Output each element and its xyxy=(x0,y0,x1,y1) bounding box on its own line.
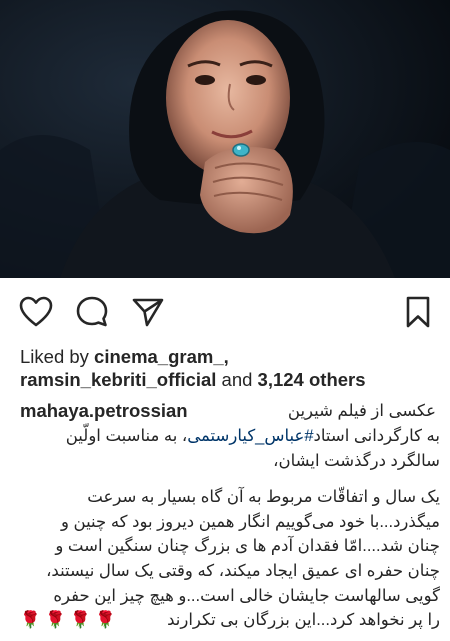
caption-text-line-2: به کارگردانی استاد#عباس_کیارستمی، به منا… xyxy=(12,424,440,449)
comment-button[interactable] xyxy=(74,294,110,330)
likes-prefix: Liked by xyxy=(20,346,89,367)
caption-para-line-1: یک سال و اتفاقّات مربوط به آن گاه بسیار … xyxy=(87,488,440,507)
others-likes-link[interactable]: 3,124 others xyxy=(258,369,366,390)
like-button[interactable] xyxy=(18,294,54,330)
caption-para-line-4: چنان حفره ای عمیق ایجاد میکند، که وقتی ی… xyxy=(46,561,440,580)
post-caption: عکسی از فیلم شیرین mahaya.petrossian به … xyxy=(12,399,440,633)
caption-para-line-6: را پر نخواهد کرد...این بزرگان بی تکرارند… xyxy=(12,608,440,633)
caption-text-line-1: عکسی از فیلم شیرین xyxy=(287,402,436,420)
caption-line2-before: به کارگردانی استاد xyxy=(313,427,440,445)
post-action-bar xyxy=(0,288,450,334)
heart-icon xyxy=(19,296,53,327)
caption-para-line-3: چنان شد....امّا فقدان آدم ها ی بزرگ چنان… xyxy=(55,537,440,556)
liker-link-1[interactable]: cinema_gram_, xyxy=(94,346,229,367)
bookmark-icon xyxy=(406,296,430,328)
caption-text-line-3: سالگرد درگذشت ایشان، xyxy=(273,451,440,470)
liker-link-2[interactable]: ramsin_kebriti_official xyxy=(20,369,216,390)
post-photo[interactable] xyxy=(0,0,450,278)
paper-plane-icon xyxy=(132,298,164,327)
comment-icon xyxy=(76,296,108,327)
rose-emojis: 🌹 🌹 🌹 🌹 xyxy=(20,611,116,630)
share-button[interactable] xyxy=(130,294,166,330)
save-button[interactable] xyxy=(400,294,436,330)
portrait-image xyxy=(0,0,450,278)
hashtag-link[interactable]: #عباس_کیارستمی xyxy=(187,427,313,445)
likes-summary: Liked by cinema_gram_, ramsin_kebriti_of… xyxy=(20,345,440,391)
caption-para-line-6-text: را پر نخواهد کرد...این بزرگان بی تکرارند xyxy=(167,611,440,630)
caption-line2-after: ، به مناسبت اولّین xyxy=(65,427,188,445)
caption-para-line-5: گویی سالهاست جایشان خالی است...و هیچ چیز… xyxy=(53,586,440,605)
likes-and: and xyxy=(221,369,253,390)
caption-para-line-2: میگذرد...با خود می‌گوییم انگار همین دیرو… xyxy=(60,512,440,531)
caption-username[interactable]: mahaya.petrossian xyxy=(20,399,188,424)
